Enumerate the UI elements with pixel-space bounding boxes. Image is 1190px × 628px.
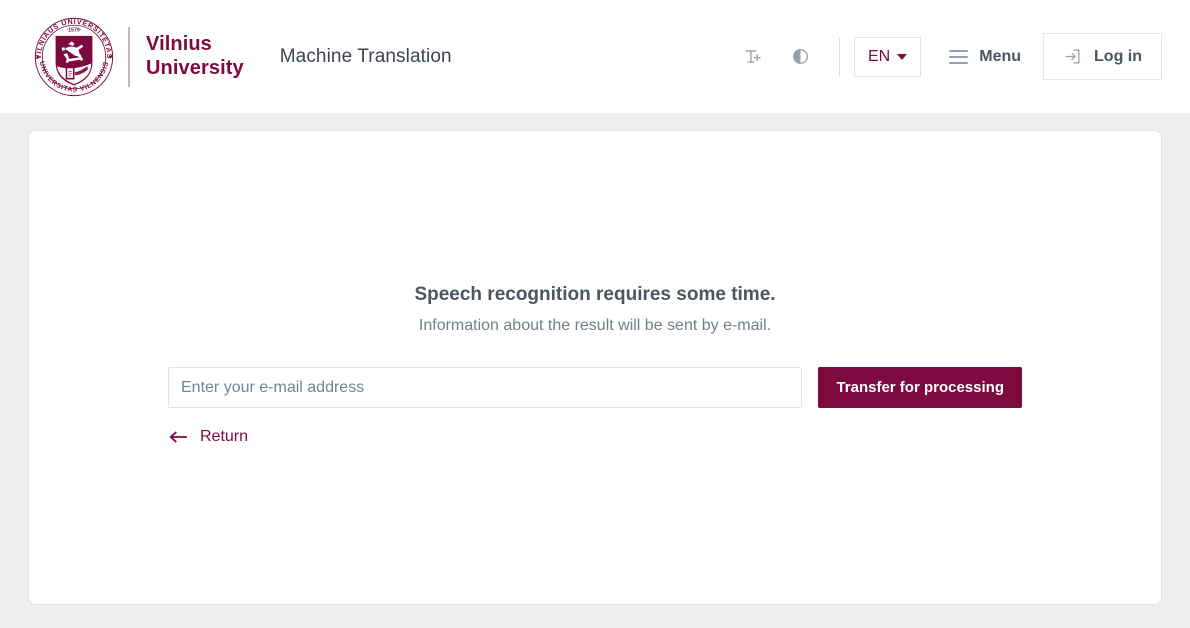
brand-divider	[128, 26, 130, 87]
email-input[interactable]	[168, 367, 803, 408]
menu-button-label: Menu	[979, 47, 1022, 65]
chevron-down-icon	[897, 53, 908, 60]
language-selector[interactable]: EN	[854, 36, 922, 77]
arrow-left-icon	[169, 431, 188, 443]
header-actions: EN Menu Log in	[735, 33, 1162, 80]
email-form: Transfer for processing	[29, 367, 1161, 408]
sign-in-icon	[1065, 49, 1080, 64]
hamburger-menu-icon	[949, 49, 969, 64]
brand-wordmark: Vilnius University	[146, 32, 244, 79]
contrast-toggle-icon	[792, 49, 808, 64]
return-row: Return	[29, 428, 1161, 446]
header-divider	[839, 37, 840, 76]
transfer-for-processing-button[interactable]: Transfer for processing	[818, 367, 1022, 408]
content-card: Speech recognition requires some time. I…	[28, 130, 1162, 605]
text-size-increase-icon	[744, 50, 761, 63]
page-body: Speech recognition requires some time. I…	[0, 113, 1190, 605]
login-button-label: Log in	[1094, 47, 1142, 65]
page-title: Machine Translation	[279, 45, 452, 67]
return-link[interactable]: Return	[168, 428, 248, 446]
contrast-toggle-button[interactable]	[783, 40, 817, 74]
login-button[interactable]: Log in	[1043, 33, 1162, 80]
status-subline: Information about the result will be sen…	[418, 317, 772, 334]
site-header: VILNIAUS UNIVERSITETAS UNIVERSITAS VILNE…	[0, 0, 1190, 113]
status-headline: Speech recognition requires some time.	[414, 284, 776, 305]
return-link-label: Return	[200, 428, 249, 445]
menu-button[interactable]: Menu	[921, 37, 1037, 77]
text-size-increase-icon-button[interactable]	[735, 40, 769, 74]
brand-logo[interactable]: VILNIAUS UNIVERSITETAS UNIVERSITAS VILNE…	[28, 11, 244, 103]
svg-text:·1579·: ·1579·	[67, 27, 82, 33]
vilnius-university-seal-icon: VILNIAUS UNIVERSITETAS UNIVERSITAS VILNE…	[34, 17, 114, 96]
language-selector-label: EN	[868, 47, 891, 65]
